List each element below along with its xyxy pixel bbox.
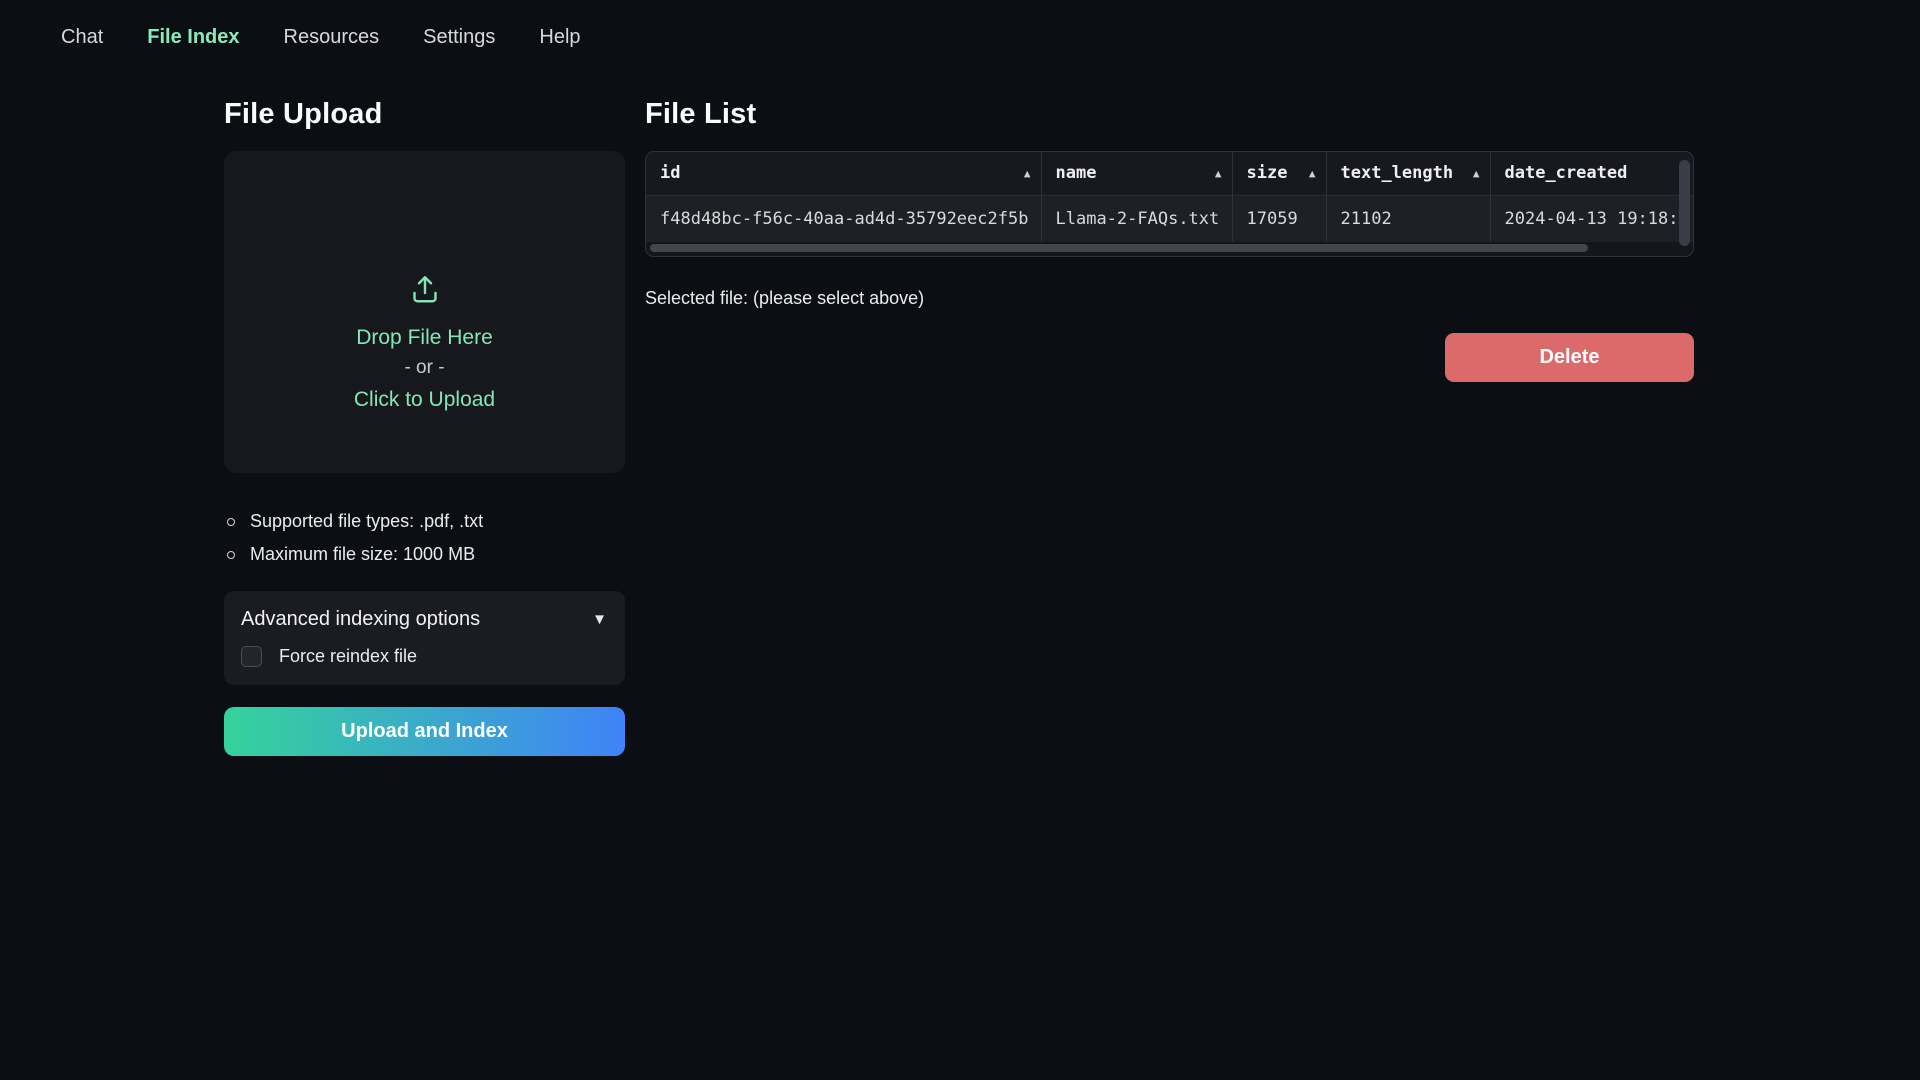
- cell-date_created[interactable]: 2024-04-13 19:18:: [1490, 195, 1694, 242]
- sort-arrow-icon: ▲: [1024, 167, 1031, 180]
- force-reindex-label: Force reindex file: [279, 646, 417, 667]
- cell-name[interactable]: Llama-2-FAQs.txt: [1041, 195, 1232, 242]
- file-upload-title: File Upload: [224, 98, 625, 131]
- upload-icon: [407, 272, 443, 308]
- column-header-id[interactable]: id ▲: [646, 152, 1041, 195]
- file-dropzone[interactable]: Drop File Here - or - Click to Upload: [224, 151, 625, 473]
- column-header-date_created[interactable]: date_created▲: [1490, 152, 1694, 195]
- selected-file-status: Selected file: (please select above): [645, 288, 1694, 309]
- cell-id[interactable]: f48d48bc-f56c-40aa-ad4d-35792eec2f5b: [646, 195, 1041, 242]
- file-table-header: id ▲ name ▲ size ▲ text_length ▲ date_created▲: [646, 152, 1694, 195]
- force-reindex-row[interactable]: Force reindex file: [241, 646, 609, 667]
- tab-settings[interactable]: Settings: [423, 26, 495, 49]
- cell-size[interactable]: 17059: [1232, 195, 1326, 242]
- file-table: id ▲ name ▲ size ▲ text_length ▲ date_created▲ f…: [645, 151, 1694, 257]
- file-table-grid: id ▲ name ▲ size ▲ text_length ▲ date_created▲ f…: [646, 152, 1694, 242]
- horizontal-scrollbar[interactable]: [650, 244, 1588, 252]
- upload-note: Maximum file size: 1000 MB: [224, 538, 625, 571]
- tab-file-index[interactable]: File Index: [147, 26, 239, 49]
- chevron-down-icon: ▼: [592, 611, 607, 628]
- advanced-options-accordion: Advanced indexing options ▼ Force reinde…: [224, 591, 625, 685]
- cell-text_length[interactable]: 21102: [1326, 195, 1490, 242]
- bullet-icon: [227, 551, 235, 559]
- upload-and-index-button[interactable]: Upload and Index: [224, 707, 625, 756]
- upload-note-text: Supported file types: .pdf, .txt: [250, 505, 483, 538]
- file-list-panel: File List id ▲ name ▲ size ▲ text_length ▲ date_…: [645, 98, 1694, 309]
- tab-bar: Chat File Index Resources Settings Help: [0, 0, 1920, 63]
- sort-arrow-icon: ▲: [1215, 167, 1222, 180]
- vertical-scrollbar[interactable]: [1679, 160, 1690, 246]
- sort-arrow-icon: ▲: [1309, 167, 1316, 180]
- bullet-icon: [227, 518, 235, 526]
- force-reindex-checkbox[interactable]: [241, 646, 262, 667]
- column-header-name[interactable]: name ▲: [1041, 152, 1232, 195]
- upload-notes: Supported file types: .pdf, .txtMaximum …: [224, 505, 625, 571]
- click-to-upload-link[interactable]: Click to Upload: [354, 384, 495, 416]
- column-label: text_length: [1341, 163, 1454, 183]
- tab-resources[interactable]: Resources: [284, 26, 380, 49]
- column-header-size[interactable]: size ▲: [1232, 152, 1326, 195]
- tab-help[interactable]: Help: [539, 26, 580, 49]
- sort-arrow-icon: ▲: [1473, 167, 1480, 180]
- or-label: - or -: [404, 353, 444, 383]
- upload-note-text: Maximum file size: 1000 MB: [250, 538, 475, 571]
- table-row[interactable]: f48d48bc-f56c-40aa-ad4d-35792eec2f5bLlam…: [646, 195, 1694, 242]
- column-label: id: [660, 163, 680, 183]
- accordion-header[interactable]: Advanced indexing options ▼: [241, 608, 609, 631]
- file-list-title: File List: [645, 98, 1694, 131]
- accordion-title: Advanced indexing options: [241, 608, 480, 631]
- file-upload-panel: File Upload Drop File Here - or - Click …: [224, 98, 625, 756]
- file-table-body: f48d48bc-f56c-40aa-ad4d-35792eec2f5bLlam…: [646, 195, 1694, 242]
- delete-button[interactable]: Delete: [1445, 333, 1694, 382]
- column-label: date_created: [1505, 163, 1628, 183]
- column-label: name: [1056, 163, 1097, 183]
- drop-file-label: Drop File Here: [356, 322, 493, 354]
- column-label: size: [1247, 163, 1288, 183]
- tab-chat[interactable]: Chat: [61, 26, 103, 49]
- column-header-text_length[interactable]: text_length ▲: [1326, 152, 1490, 195]
- upload-note: Supported file types: .pdf, .txt: [224, 505, 625, 538]
